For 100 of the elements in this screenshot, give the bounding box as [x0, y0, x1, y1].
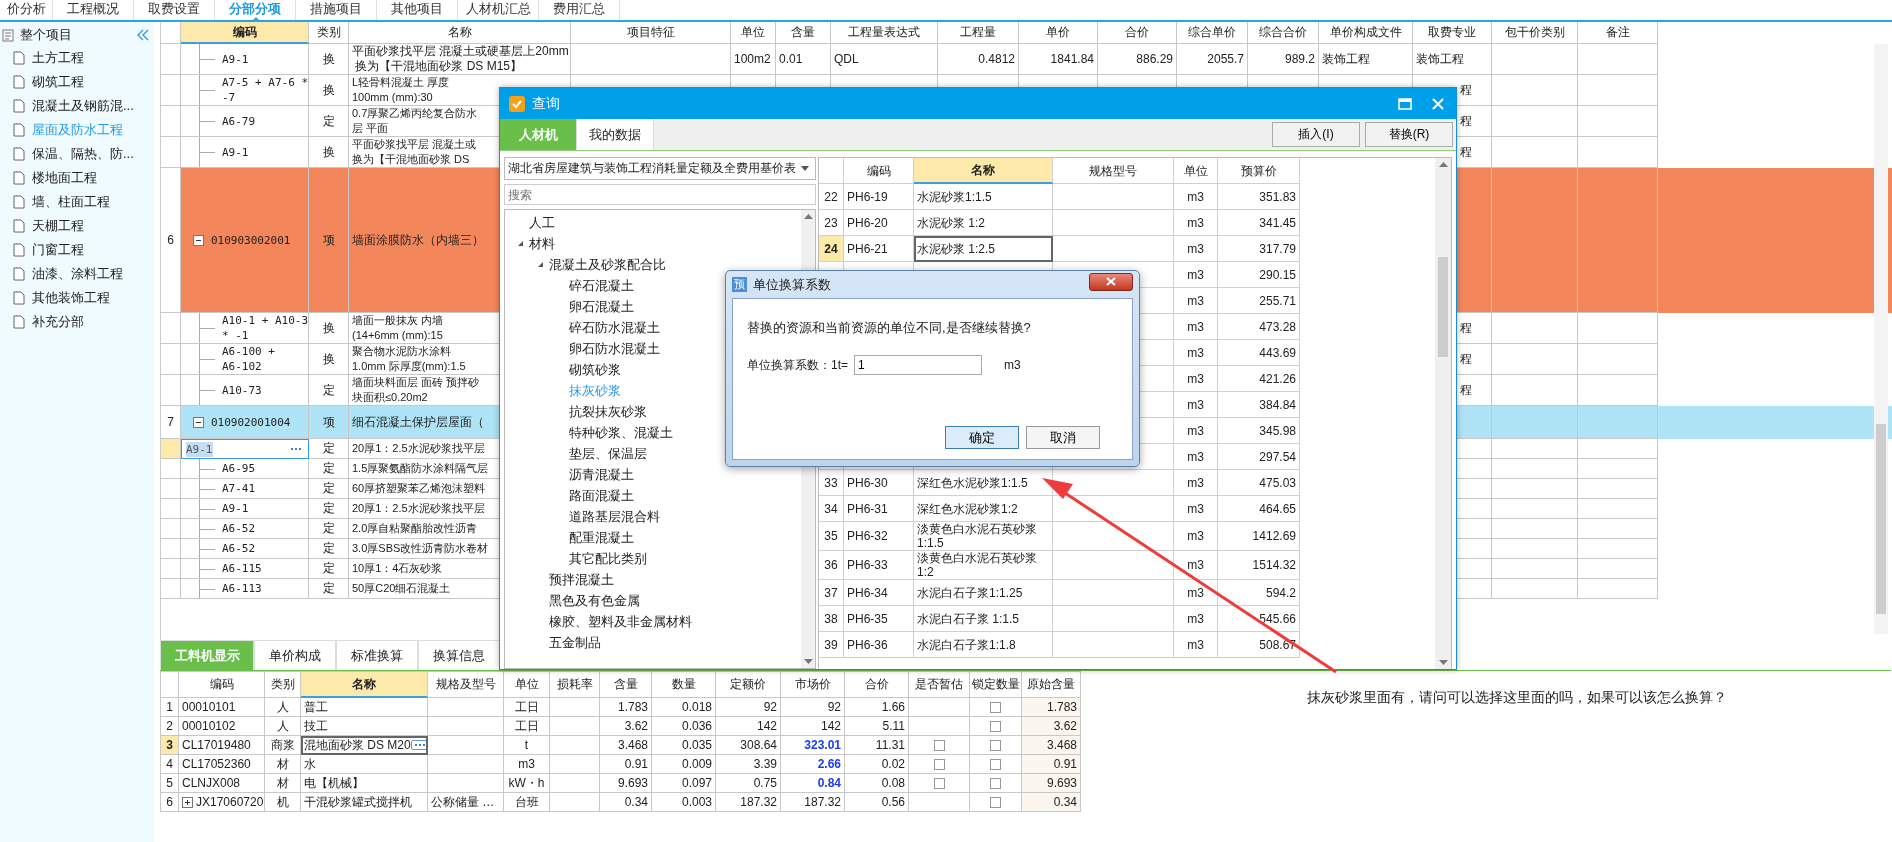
- table-cell: 3.62: [600, 717, 652, 736]
- table-cell: 0.003: [652, 793, 716, 812]
- table-cell: 项: [309, 168, 349, 313]
- table-cell: 水泥砂浆 1:2: [914, 210, 1053, 236]
- table-cell: 定: [309, 459, 349, 479]
- table-cell: 水泥白石子浆1:1.25: [914, 580, 1053, 606]
- table-cell: 商浆: [265, 736, 301, 755]
- code-text: CL17052360: [182, 757, 251, 771]
- table-cell: kW・h: [504, 774, 550, 793]
- row-number: 38: [819, 606, 844, 632]
- code-text: 010902001004: [211, 415, 291, 429]
- table-cell: 人: [265, 698, 301, 717]
- table-cell: 定: [309, 519, 349, 539]
- table-cell: 0.75: [716, 774, 781, 793]
- table-cell: 水泥砂浆 1:2.5: [914, 236, 1053, 262]
- table-cell: 341.45: [1218, 210, 1300, 236]
- table-cell: 水泥白石子浆 1:1.5: [914, 606, 1053, 632]
- table-cell: 0.91: [600, 755, 652, 774]
- table-cell: 464.65: [1218, 496, 1300, 522]
- table-cell: 0.84: [781, 774, 845, 793]
- dialog-title: 单位换算系数: [753, 275, 831, 294]
- field-label: 单位换算系数：1t=: [747, 356, 848, 374]
- table-cell: PH6-30: [844, 470, 914, 496]
- table-cell: PH6-35: [844, 606, 914, 632]
- table-cell: 308.64: [716, 736, 781, 755]
- table-cell: 384.84: [1218, 392, 1300, 418]
- table-cell: PH6-34: [844, 580, 914, 606]
- code-text: A6-100 + A6-102: [222, 344, 275, 374]
- table-cell: PH6-21: [844, 236, 914, 262]
- table-cell: 0.009: [652, 755, 716, 774]
- table-cell: 443.69: [1218, 340, 1300, 366]
- app-icon: 预: [732, 277, 747, 292]
- table-cell: 886.29: [1098, 44, 1177, 75]
- table-cell: 工日: [504, 717, 550, 736]
- table-cell: m3: [1174, 184, 1218, 210]
- row-number: 6: [160, 793, 179, 812]
- table-cell: 1514.32: [1218, 551, 1300, 580]
- table-cell: 421.26: [1218, 366, 1300, 392]
- table-cell: 1.783: [1022, 698, 1081, 717]
- table-cell: m3: [1174, 418, 1218, 444]
- code-text: A9-1: [186, 441, 213, 457]
- table-cell: 平面砂浆找平层 混凝土或硬基层上20mm 换为【干混地面砂浆 DS M15】: [349, 44, 571, 75]
- code-text: CLNJX008: [182, 776, 241, 790]
- table-cell: 淡黄色白水泥石英砂浆1:1.5: [914, 522, 1053, 551]
- table-cell: 定: [309, 479, 349, 499]
- table-cell: 2055.7: [1177, 44, 1248, 75]
- table-cell: 工日: [504, 698, 550, 717]
- table-cell: 材: [265, 755, 301, 774]
- code-text: A10-1 + A10-3 * -1: [222, 313, 308, 343]
- code-text: A6-95: [222, 461, 256, 476]
- table-cell: 0.02: [845, 755, 909, 774]
- table-cell: m3: [1174, 288, 1218, 314]
- table-cell: PH6-36: [844, 632, 914, 658]
- table-cell: 9.693: [1022, 774, 1081, 793]
- table-cell: 0.4812: [938, 44, 1019, 75]
- table-cell: 定: [309, 439, 349, 459]
- table-cell: 3.468: [1022, 736, 1081, 755]
- table-cell: 545.66: [1218, 606, 1300, 632]
- table-cell: PH6-33: [844, 551, 914, 580]
- name-text: 干混砂浆罐式搅拌机: [304, 793, 412, 811]
- table-cell: m3: [1174, 314, 1218, 340]
- table-cell: 0.097: [652, 774, 716, 793]
- table-cell: 92: [781, 698, 845, 717]
- table-cell: 3.39: [716, 755, 781, 774]
- table-cell: 0.018: [652, 698, 716, 717]
- table-cell: 水泥白石子浆1:1.8: [914, 632, 1053, 658]
- table-cell: 290.15: [1218, 262, 1300, 288]
- table-cell: PH6-32: [844, 522, 914, 551]
- table-cell: 1412.69: [1218, 522, 1300, 551]
- code-text: A9-1: [222, 501, 249, 516]
- table-cell: 3.62: [1022, 717, 1081, 736]
- table-cell: 人: [265, 717, 301, 736]
- row-number: 24: [819, 236, 844, 262]
- table-cell: 3.468: [600, 736, 652, 755]
- table-cell: 定: [309, 579, 349, 599]
- row-number: 39: [819, 632, 844, 658]
- name-text: 电【机械】: [304, 774, 364, 792]
- table-cell: 机: [265, 793, 301, 812]
- table-cell: 换: [309, 44, 349, 75]
- name-text: 混地面砂浆 DS M20: [304, 736, 411, 754]
- table-cell: 0.56: [845, 793, 909, 812]
- table-cell: m3: [1174, 470, 1218, 496]
- table-cell: 473.28: [1218, 314, 1300, 340]
- code-text: 010903002001: [211, 233, 291, 247]
- code-text: CL17019480: [182, 738, 251, 752]
- annotation-text: 抹灰砂浆里面有，请问可以选择这里面的吗，如果可以该怎么换算？: [1307, 689, 1727, 707]
- dialog-message: 替换的资源和当前资源的单位不同,是否继续替换?: [747, 319, 1032, 337]
- table-cell: 187.32: [716, 793, 781, 812]
- code-text: A6-52: [222, 521, 256, 536]
- table-cell: 297.54: [1218, 444, 1300, 470]
- table-cell: m3: [1174, 210, 1218, 236]
- code-text: 00010101: [182, 700, 236, 714]
- table-cell: 142: [781, 717, 845, 736]
- table-cell: 装饰工程: [1413, 44, 1492, 75]
- code-text: A6-113: [222, 581, 262, 596]
- table-cell: t: [504, 736, 550, 755]
- table-cell: m3: [1174, 392, 1218, 418]
- table-cell: 材: [265, 774, 301, 793]
- code-text: A7-5 + A7-6 * -7: [222, 75, 308, 105]
- table-cell: 装饰工程: [1319, 44, 1413, 75]
